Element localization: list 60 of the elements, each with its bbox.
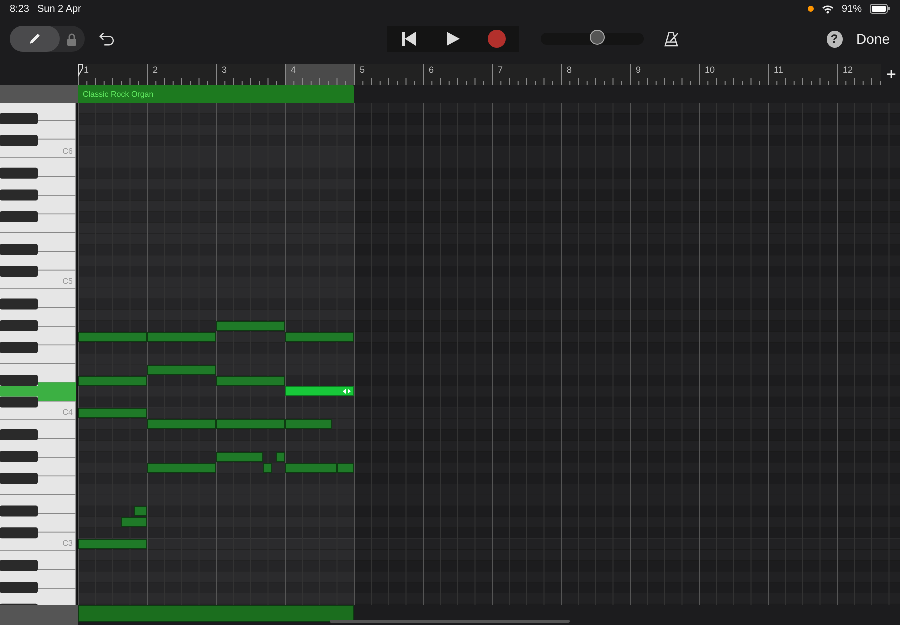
note[interactable] (276, 452, 285, 462)
region-bar[interactable] (78, 605, 354, 622)
battery-icon (870, 4, 890, 14)
bar-number: 1 (84, 65, 90, 75)
volume-thumb[interactable] (590, 30, 605, 45)
edit-mode-toggle[interactable] (10, 26, 85, 52)
battery-percent: 91% (842, 4, 862, 14)
note[interactable] (263, 462, 272, 473)
resize-handle-icon[interactable] (343, 389, 351, 394)
metronome-icon[interactable] (664, 30, 680, 48)
key-label: C3 (62, 539, 73, 548)
note[interactable] (147, 419, 216, 430)
indicator-dot-icon (808, 6, 814, 12)
key-label: C6 (62, 146, 73, 156)
record-icon (488, 30, 506, 48)
note[interactable] (285, 419, 332, 430)
note[interactable] (147, 462, 216, 473)
bar-number: 7 (498, 65, 504, 75)
highlighted-piano-key[interactable] (0, 382, 76, 402)
volume-slider[interactable] (540, 33, 644, 45)
bar-number: 4 (291, 65, 296, 75)
skip-back-icon (400, 31, 417, 47)
note[interactable] (78, 408, 147, 418)
status-date: Sun 2 Apr (37, 4, 82, 14)
done-button[interactable]: Done (856, 31, 890, 47)
bar-number: 3 (222, 65, 228, 75)
add-button[interactable]: + (883, 64, 900, 85)
note[interactable] (78, 539, 147, 549)
bar-number: 11 (774, 65, 784, 75)
bar-number: 10 (705, 65, 716, 75)
note[interactable] (285, 332, 354, 342)
help-button[interactable]: ? (826, 30, 843, 48)
status-time: 8:23 (10, 4, 30, 14)
bar-number: 2 (153, 65, 158, 75)
wifi-icon (822, 4, 834, 14)
note[interactable] (285, 462, 337, 473)
note[interactable] (134, 506, 147, 516)
note[interactable] (121, 517, 147, 528)
key-label: C4 (62, 408, 73, 418)
bar-number: 12 (843, 65, 854, 75)
pencil-button[interactable] (10, 26, 60, 52)
selected-note[interactable] (285, 386, 354, 396)
piano-keyboard-drawing[interactable] (0, 103, 76, 605)
note[interactable] (216, 419, 285, 430)
bar-number: 5 (360, 65, 366, 75)
timeline-ruler[interactable]: 1 2 3 4 5 6 7 8 9 10 11 12 (78, 64, 881, 85)
bar-number: 8 (567, 65, 572, 75)
note[interactable] (216, 452, 264, 462)
lock-icon[interactable] (67, 32, 77, 46)
undo-icon[interactable] (98, 31, 115, 47)
play-icon (446, 31, 460, 47)
note[interactable] (78, 332, 147, 342)
note[interactable] (147, 332, 216, 342)
key-label: C5 (62, 277, 73, 286)
bar-number: 6 (429, 65, 434, 75)
note[interactable] (78, 376, 147, 386)
pencil-icon (28, 32, 42, 46)
bar-number: 9 (636, 65, 642, 75)
note[interactable] (216, 321, 285, 331)
note[interactable] (147, 364, 216, 375)
